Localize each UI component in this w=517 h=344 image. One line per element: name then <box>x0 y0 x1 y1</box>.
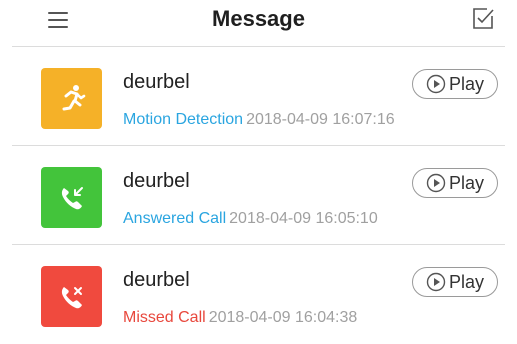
device-name: deurbel <box>123 71 190 93</box>
play-circle-icon <box>426 272 446 292</box>
device-name: deurbel <box>123 170 190 192</box>
running-person-icon <box>41 68 102 129</box>
event-type-label: Answered Call <box>123 210 227 227</box>
message-meta: Missed Call 2018-04-09 16:04:38 <box>123 309 357 327</box>
page-title: Message <box>212 6 305 31</box>
device-name: deurbel <box>123 269 190 291</box>
event-timestamp: 2018-04-09 16:05:10 <box>229 210 378 227</box>
event-timestamp: 2018-04-09 16:07:16 <box>246 111 395 128</box>
message-item-motion[interactable]: deurbel Motion Detection 2018-04-09 16:07… <box>0 47 517 146</box>
play-button[interactable]: Play <box>412 168 498 198</box>
play-button[interactable]: Play <box>412 69 498 99</box>
play-label: Play <box>448 172 484 193</box>
play-label: Play <box>448 271 484 292</box>
missed-call-icon <box>41 266 102 327</box>
play-label: Play <box>448 73 484 94</box>
event-type-label: Missed Call <box>123 309 206 326</box>
message-item-missed[interactable]: deurbel Missed Call 2018-04-09 16:04:38 P… <box>0 245 517 344</box>
top-bar: Message <box>0 0 517 42</box>
incoming-call-icon <box>41 167 102 228</box>
select-checkbox-icon[interactable] <box>471 7 495 31</box>
play-button[interactable]: Play <box>412 267 498 297</box>
event-type-label: Motion Detection <box>123 111 244 128</box>
message-meta: Motion Detection 2018-04-09 16:07:16 <box>123 111 395 129</box>
message-item-answered[interactable]: deurbel Answered Call 2018-04-09 16:05:10… <box>0 146 517 245</box>
event-timestamp: 2018-04-09 16:04:38 <box>208 309 358 326</box>
message-list: deurbel Motion Detection 2018-04-09 16:07… <box>0 47 517 344</box>
play-circle-icon <box>426 74 446 94</box>
play-circle-icon <box>426 173 446 193</box>
message-meta: Answered Call 2018-04-09 16:05:10 <box>123 210 378 228</box>
